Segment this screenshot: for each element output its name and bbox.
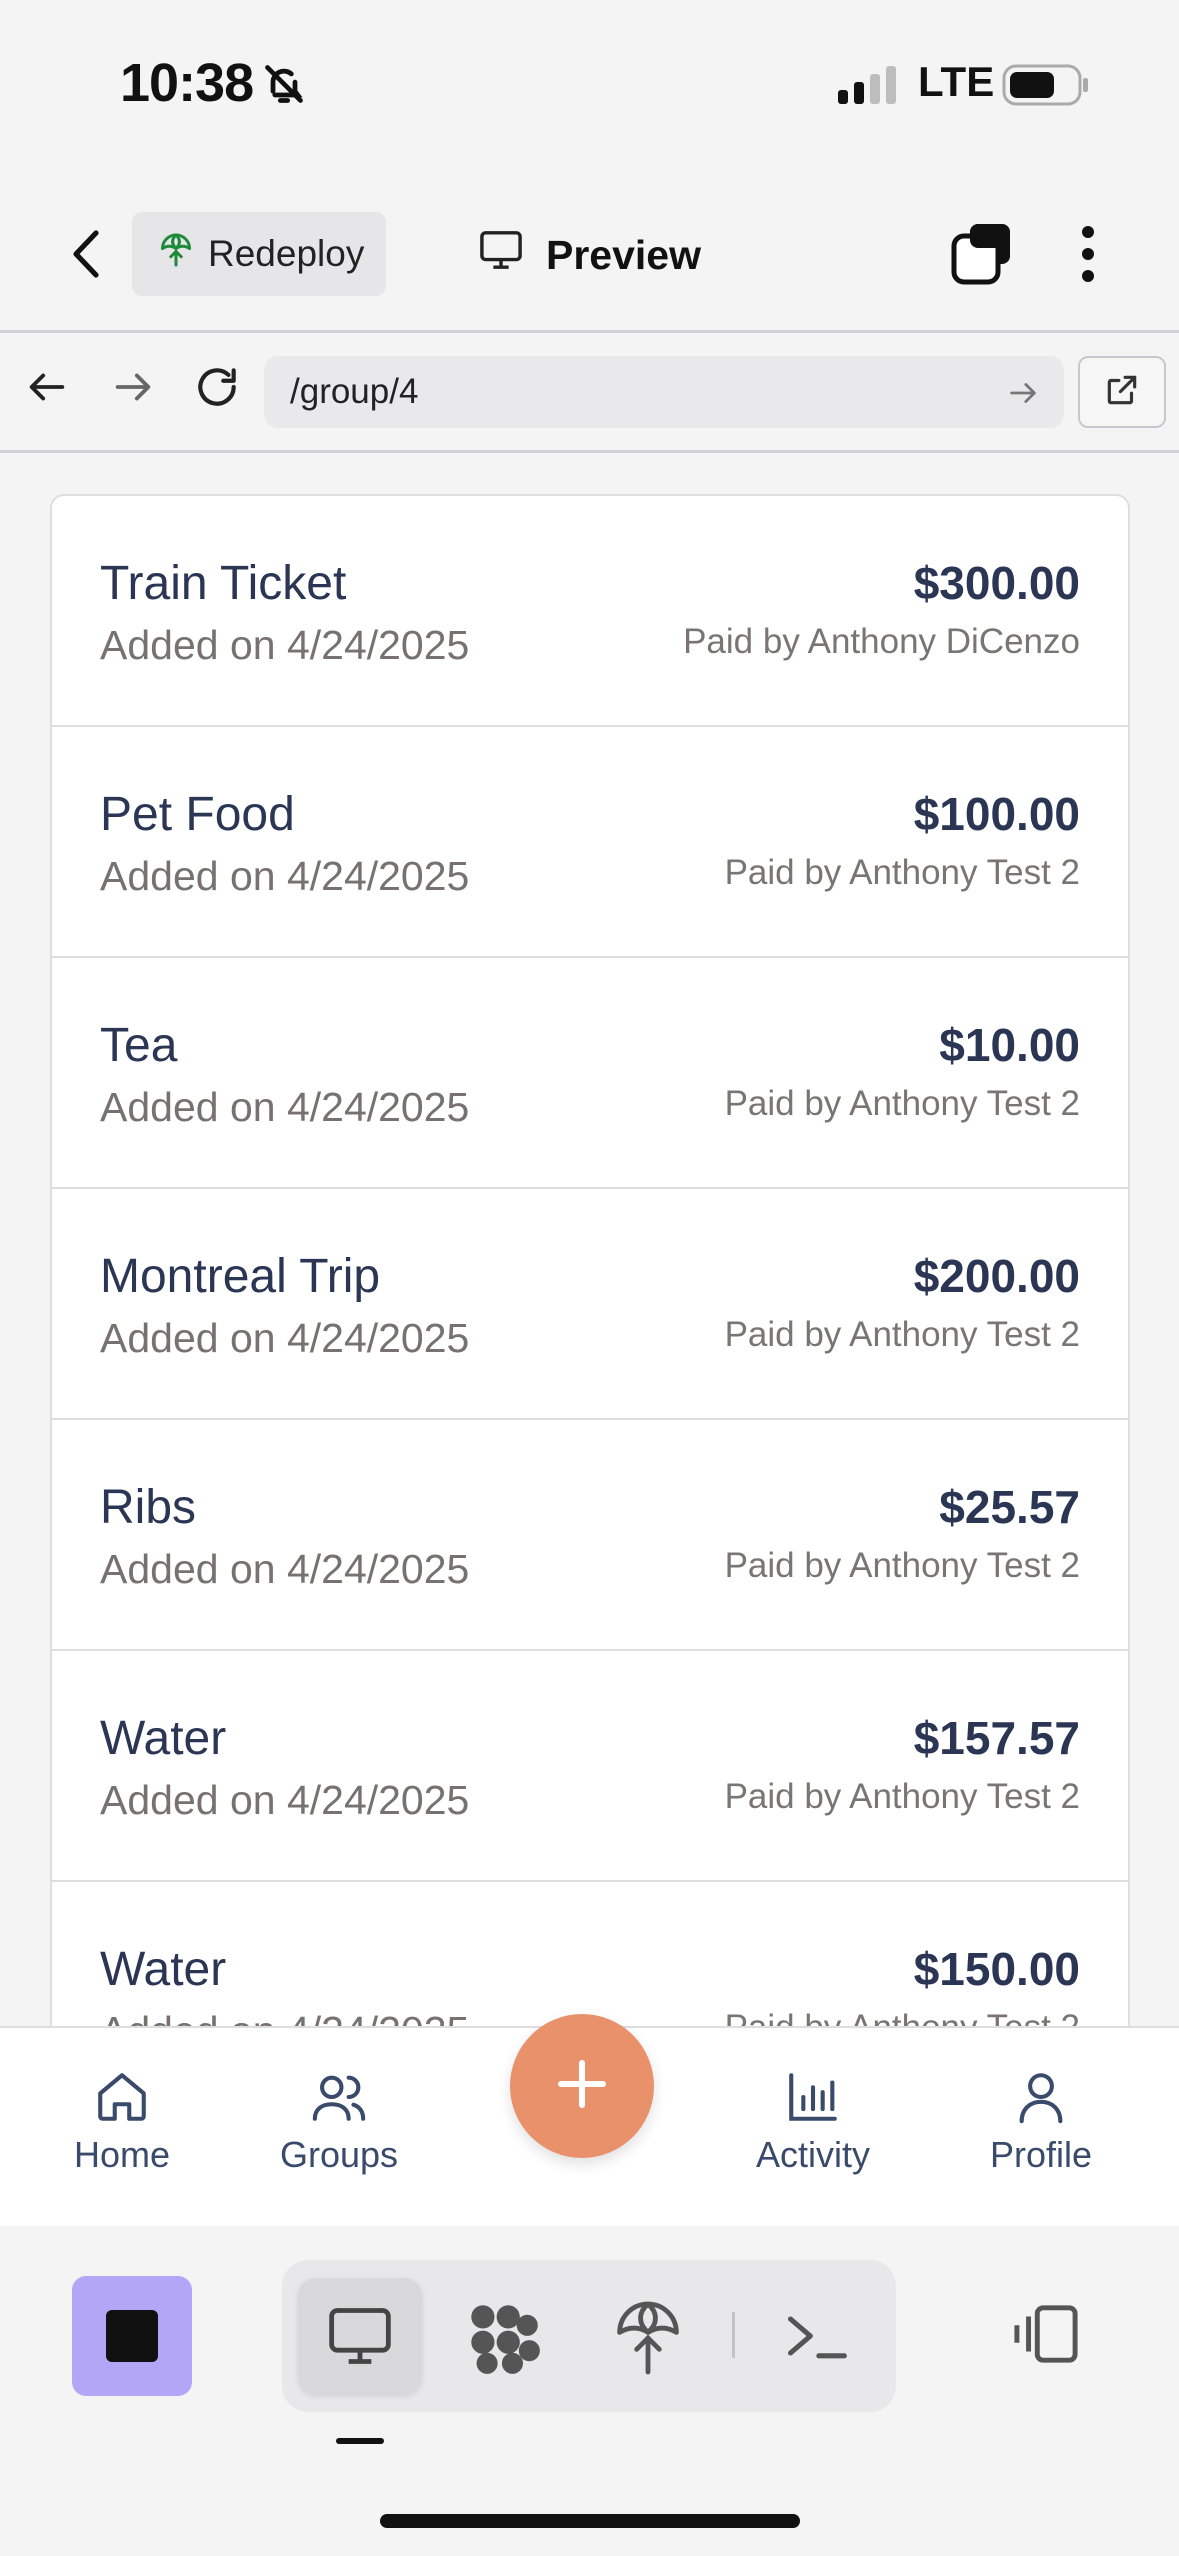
expense-paid-by: Paid by Anthony DiCenzo	[683, 622, 1080, 661]
external-link-icon	[1103, 371, 1141, 414]
terminal-icon[interactable]	[782, 2306, 850, 2371]
browser-forward-icon[interactable]	[110, 364, 156, 415]
stop-icon	[106, 2310, 158, 2362]
expense-title: Train Ticket	[100, 557, 347, 610]
list-item[interactable]: Water Added on 4/24/2025 $157.57 Paid by…	[52, 1651, 1128, 1882]
users-icon	[310, 2068, 368, 2126]
expense-paid-by: Paid by Anthony Test 2	[724, 1315, 1080, 1354]
status-time: 10:38	[120, 53, 254, 113]
expense-list: Train Ticket Added on 4/24/2025 $300.00 …	[50, 494, 1130, 2026]
expense-date: Added on 4/24/2025	[100, 1084, 470, 1130]
reload-icon[interactable]	[192, 362, 242, 417]
tab-groups[interactable]: Groups	[280, 2068, 398, 2176]
user-icon	[1012, 2068, 1070, 2126]
expense-amount: $100.00	[913, 788, 1080, 840]
dock-separator	[732, 2312, 735, 2358]
list-item[interactable]: Montreal Trip Added on 4/24/2025 $200.00…	[52, 1189, 1128, 1420]
expense-date: Added on 4/24/2025	[100, 1777, 470, 1823]
add-expense-button[interactable]	[510, 2014, 654, 2158]
deploy-icon[interactable]	[614, 2300, 682, 2381]
tab-groups-label: Groups	[280, 2134, 399, 2175]
home-icon	[93, 2068, 151, 2126]
expense-date: Added on 4/24/2025	[100, 622, 470, 668]
back-button[interactable]	[60, 222, 112, 286]
expense-paid-by: Paid by Anthony Test 2	[724, 1546, 1080, 1585]
tab-profile[interactable]: Profile	[990, 2068, 1092, 2176]
expense-amount: $150.00	[913, 1943, 1080, 1995]
battery-icon	[1002, 64, 1090, 111]
plus-icon	[554, 2056, 610, 2117]
urlbar-divider	[0, 450, 1179, 453]
signal-icon	[838, 66, 902, 109]
redeploy-label: Redeploy	[208, 233, 365, 274]
workflow-nodes-icon[interactable]	[466, 2300, 542, 2381]
expense-amount: $10.00	[939, 1019, 1080, 1071]
url-input[interactable]: /group/4	[264, 356, 1064, 428]
browser-back-icon[interactable]	[24, 364, 70, 415]
expense-paid-by: Paid by Anthony Test 2	[724, 853, 1080, 892]
monitor-icon[interactable]	[326, 2304, 394, 2373]
tab-home[interactable]: Home	[74, 2068, 170, 2176]
list-item[interactable]: Tea Added on 4/24/2025 $10.00 Paid by An…	[52, 958, 1128, 1189]
preview-label: Preview	[546, 231, 701, 278]
expense-title: Pet Food	[100, 788, 295, 841]
expense-paid-by: Paid by Anthony Test 2	[724, 1777, 1080, 1816]
tab-home-label: Home	[74, 2134, 171, 2175]
toolbar-divider	[0, 330, 1179, 333]
go-arrow-icon[interactable]	[1006, 376, 1040, 415]
expense-title: Water	[100, 1712, 227, 1765]
stop-button[interactable]	[72, 2276, 192, 2396]
tab-activity[interactable]: Activity	[756, 2068, 870, 2176]
network-type: LTE	[918, 58, 995, 105]
bell-muted-icon	[262, 62, 306, 111]
expense-title: Montreal Trip	[100, 1250, 381, 1303]
monitor-icon	[478, 229, 524, 281]
tab-profile-label: Profile	[990, 2134, 1093, 2175]
expense-date: Added on 4/24/2025	[100, 2008, 469, 2026]
expense-amount: $25.57	[939, 1481, 1080, 1533]
list-item[interactable]: Train Ticket Added on 4/24/2025 $300.00 …	[52, 496, 1128, 727]
expense-title: Water	[100, 1943, 227, 1996]
preview-button[interactable]: Preview	[478, 220, 701, 290]
expense-paid-by: Paid by Anthony Test 2	[724, 1084, 1080, 1123]
list-item[interactable]: Water Added on 4/24/2025 $150.00 Paid by…	[52, 1882, 1128, 2026]
expense-amount: $200.00	[913, 1250, 1080, 1302]
expense-amount: $300.00	[913, 557, 1080, 609]
redeploy-button[interactable]: Redeploy	[132, 212, 386, 296]
tabs-switcher-icon[interactable]	[950, 222, 1014, 291]
expense-date: Added on 4/24/2025	[100, 1315, 470, 1361]
expense-paid-by: Paid by Anthony Test 2	[725, 2008, 1080, 2026]
more-options-icon[interactable]	[1076, 222, 1100, 286]
expense-amount: $157.57	[913, 1712, 1080, 1764]
home-indicator[interactable]	[380, 2514, 800, 2528]
tab-activity-label: Activity	[756, 2134, 871, 2175]
active-indicator	[336, 2438, 384, 2444]
split-panel-icon[interactable]	[1010, 2302, 1082, 2371]
bar-chart-icon	[784, 2068, 842, 2126]
list-item[interactable]: Ribs Added on 4/24/2025 $25.57 Paid by A…	[52, 1420, 1128, 1651]
expense-title: Ribs	[100, 1481, 197, 1534]
url-text: /group/4	[290, 372, 419, 411]
expense-date: Added on 4/24/2025	[100, 1546, 470, 1592]
deploy-globe-icon	[158, 232, 194, 277]
expense-date: Added on 4/24/2025	[100, 853, 470, 899]
expense-title: Tea	[100, 1019, 178, 1072]
open-external-button[interactable]	[1078, 356, 1166, 428]
list-item[interactable]: Pet Food Added on 4/24/2025 $100.00 Paid…	[52, 727, 1128, 958]
